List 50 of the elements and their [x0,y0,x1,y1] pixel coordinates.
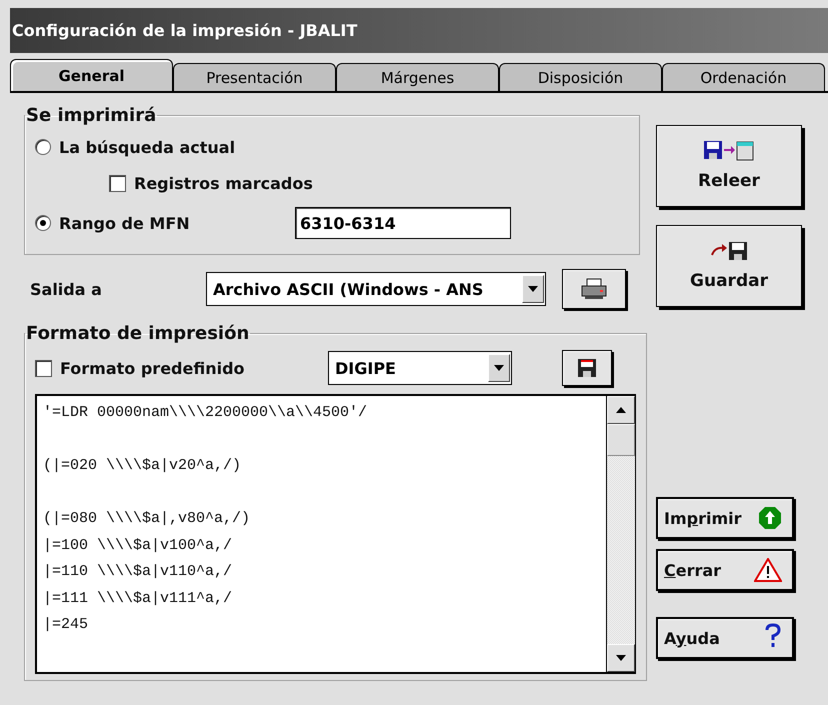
scroll-up-button[interactable] [607,396,635,424]
tab[interactable]: Ordenación [662,63,825,91]
tab[interactable]: Márgenes [336,63,499,91]
code-line: |=111 \\\\$a|v111^a,/ [43,588,232,608]
output-dropdown[interactable]: Archivo ASCII (Windows - ANS [206,272,546,306]
action-button[interactable]: Cerrar [656,549,794,591]
code-line: '=LDR 00000nam\\\\2200000\\a\\4500'/ [43,403,368,423]
action-button[interactable]: Imprimir [656,497,794,539]
disk-to-window-icon [704,141,754,161]
code-line: (|=020 \\\\$a|v20^a,/) [43,456,242,476]
code-line: |=100 \\\\$a|v100^a,/ [43,536,232,556]
arrow-into-disk-icon [709,241,749,261]
up-arrow-icon [758,506,782,530]
output-label: Salida a [30,280,103,298]
warning-icon [754,558,782,582]
radio-button[interactable] [35,139,51,155]
down-arrow-icon [494,365,504,371]
dropdown-button[interactable] [488,354,510,382]
input-field[interactable]: 6310-6314 [295,207,511,239]
scroll-thumb[interactable] [607,424,635,456]
printer-icon [581,278,607,300]
toolbar-button[interactable]: Guardar [656,225,802,307]
format-dropdown[interactable]: DIGIPE [328,351,512,385]
tab[interactable]: Presentación [173,63,336,91]
scrollbar[interactable] [606,396,635,672]
tab[interactable]: General [10,59,173,91]
checkbox-label: Registros marcados [134,174,313,192]
radio-button[interactable] [35,215,51,231]
save-button[interactable] [562,350,612,386]
radio-label: Rango de MFN [59,214,191,232]
radio-label: La búsqueda actual [59,138,236,156]
dropdown-button[interactable] [522,275,544,303]
checkbox[interactable] [35,360,52,376]
down-arrow-icon [616,655,626,661]
tab[interactable]: Disposición [499,63,662,91]
action-button[interactable]: Ayuda [656,617,794,659]
checkbox[interactable] [109,174,126,192]
checkbox-label: Formato predefinido [60,358,246,378]
group-title: Se imprimirá [25,105,158,126]
code-line: |=245 [43,615,88,635]
up-arrow-icon [616,407,626,413]
printer-button[interactable] [562,269,626,309]
down-arrow-icon [528,286,538,292]
window-title: Configuración de la impresión - JBALIT [12,21,358,40]
format-editor[interactable]: '=LDR 00000nam\\\\2200000\\a\\4500'/ (|=020 \\\\$a|v20^a,/) (|=080 \\\\$a|,v80^a,/) |=100 \\\\$a|v100^a,/ |=110 \\\\$a|v110^a,/ |=111 \\\\$a|v111^a,/ |=245 [35,394,636,674]
toolbar-button[interactable]: Releer [656,125,802,207]
scroll-down-button[interactable] [607,644,635,672]
code-line: (|=080 \\\\$a|,v80^a,/) [43,509,250,529]
group-title: Formato de impresión [25,323,250,344]
code-line: |=110 \\\\$a|v110^a,/ [43,562,232,582]
